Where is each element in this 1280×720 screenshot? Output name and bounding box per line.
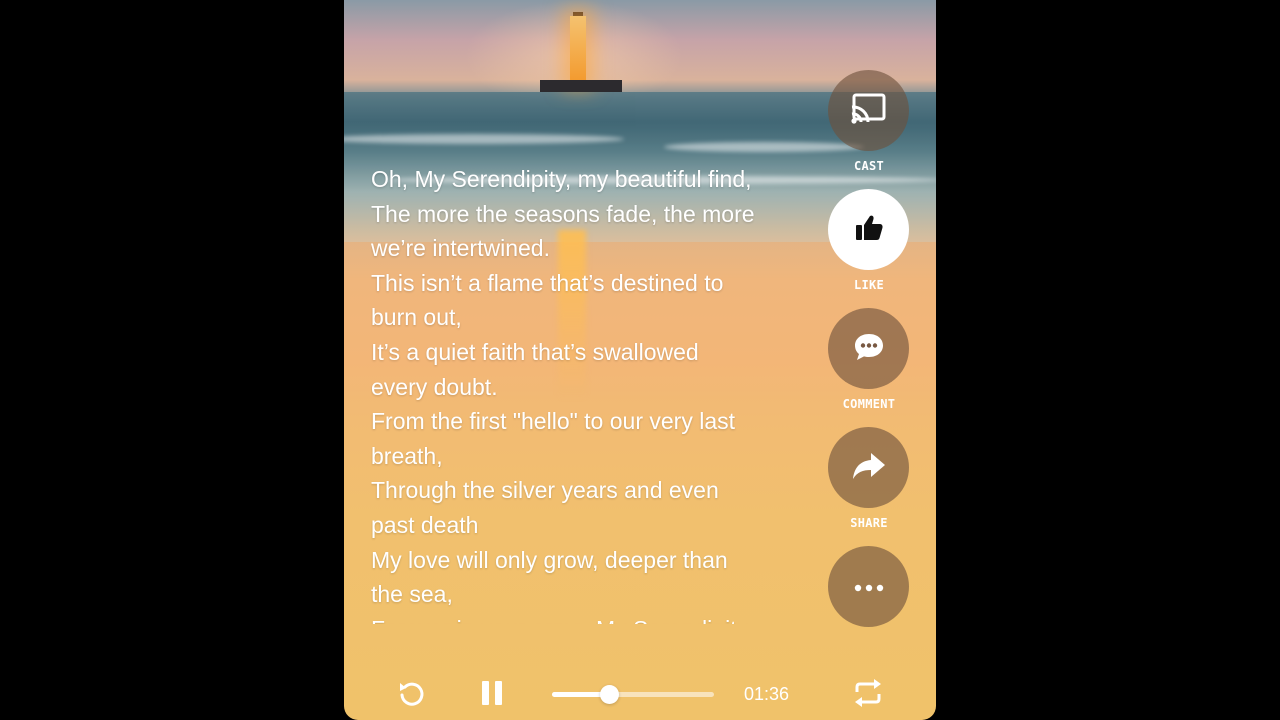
comment-button[interactable] (828, 308, 909, 389)
like-label: LIKE (853, 278, 885, 292)
replay-button[interactable] (396, 680, 426, 710)
lyric-line: It’s a quiet faith that’s swallowed (371, 338, 699, 365)
cast-icon (849, 92, 889, 130)
cast-action: CAST (828, 70, 910, 173)
comment-label: COMMENT (842, 397, 896, 411)
like-button[interactable] (828, 189, 909, 270)
lyric-line: The more the seasons fade, the more (371, 200, 755, 227)
share-icon (851, 450, 887, 486)
lyrics-panel: Oh, My Serendipity, my beautiful find, T… (371, 162, 811, 624)
repeat-icon (852, 678, 884, 712)
elapsed-time: 01:36 (744, 684, 790, 704)
seek-handle[interactable] (599, 685, 619, 704)
more-button[interactable] (828, 546, 909, 627)
share-action: SHARE (828, 427, 910, 530)
lighthouse-base (540, 80, 622, 92)
cast-button[interactable] (828, 70, 909, 151)
lyric-line: past death (371, 511, 479, 538)
lyric-line: My love will only grow, deeper than (371, 546, 728, 573)
replay-icon (397, 679, 425, 711)
lighthouse-tower (570, 16, 586, 82)
lyric-line: Forever in your arms, My Serendipity. (371, 612, 811, 624)
share-button[interactable] (828, 427, 909, 508)
comment-icon (852, 331, 886, 367)
wave (344, 134, 624, 144)
lighthouse-image (540, 12, 624, 96)
share-label: SHARE (850, 516, 888, 530)
seek-bar[interactable] (552, 685, 714, 704)
lyric-line: Oh, My Serendipity, my beautiful find, (371, 166, 752, 192)
lyric-line: the sea, (371, 581, 453, 608)
lyric-line: breath, (371, 442, 443, 469)
video-player[interactable]: Oh, My Serendipity, my beautiful find, T… (344, 0, 936, 720)
repeat-button[interactable] (852, 679, 884, 711)
stage: Oh, My Serendipity, my beautiful find, T… (0, 0, 1280, 720)
comment-action: COMMENT (828, 308, 910, 411)
lyric-line: This isn’t a flame that’s destined to (371, 269, 724, 296)
lyric-line: burn out, (371, 304, 462, 331)
lyric-line: Through the silver years and even (371, 477, 719, 504)
thumbs-up-icon (854, 214, 884, 246)
playback-controls: 01:36 (344, 668, 936, 720)
pause-button[interactable] (478, 680, 506, 710)
more-action (828, 546, 910, 627)
like-action: LIKE (828, 189, 910, 292)
more-icon (854, 577, 884, 596)
lyric-line: we’re intertwined. (371, 235, 550, 262)
cast-label: CAST (853, 159, 885, 173)
lyric-line: every doubt. (371, 373, 498, 400)
lyric-line: From the first "hello" to our very last (371, 408, 736, 435)
pause-icon (480, 679, 504, 711)
